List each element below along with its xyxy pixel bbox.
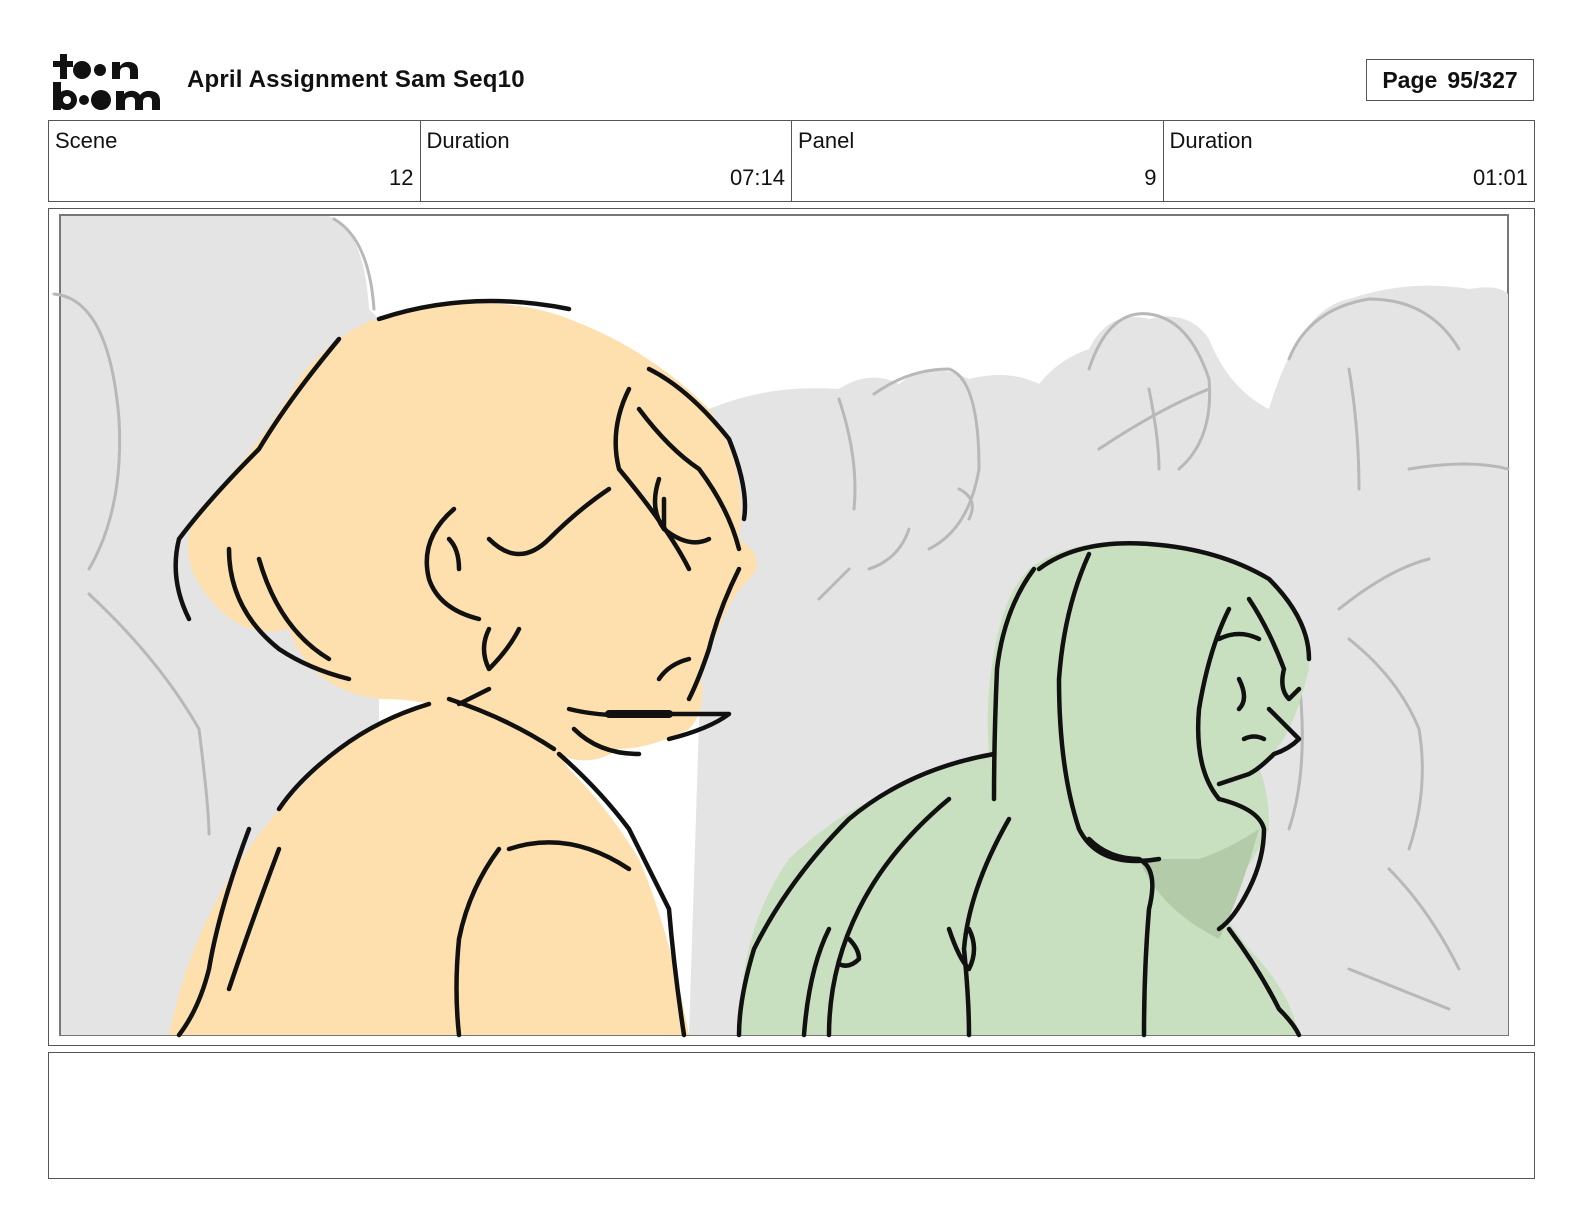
page-number: 95/327 [1447, 66, 1518, 93]
document-title: April Assignment Sam Seq10 [187, 66, 525, 93]
scene-duration-label: Duration [426, 128, 510, 153]
panel-notes-box[interactable] [48, 1052, 1535, 1179]
scene-duration-value: 07:14 [729, 165, 785, 190]
panel-cell: Panel 9 [792, 121, 1164, 201]
panel-label: Panel [798, 128, 855, 153]
scene-label: Scene [55, 128, 118, 153]
panel-value: 9 [1144, 165, 1157, 190]
scene-cell: Scene 12 [49, 121, 421, 201]
panel-duration-cell: Duration 01:01 [1164, 121, 1535, 201]
panel-duration-value: 01:01 [1472, 165, 1528, 190]
scene-info-table: Scene 12 Duration 07:14 Panel 9 Duration… [48, 120, 1535, 202]
toon-boom-logo [50, 50, 168, 112]
scene-value: 12 [389, 165, 414, 190]
page-indicator: Page 95/327 [1366, 59, 1534, 101]
scene-duration-cell: Duration 07:14 [421, 121, 792, 201]
panel-drawing [52, 214, 1510, 1038]
page-label: Page [1382, 66, 1438, 93]
storyboard-panel [48, 208, 1535, 1046]
panel-duration-label: Duration [1169, 128, 1253, 153]
